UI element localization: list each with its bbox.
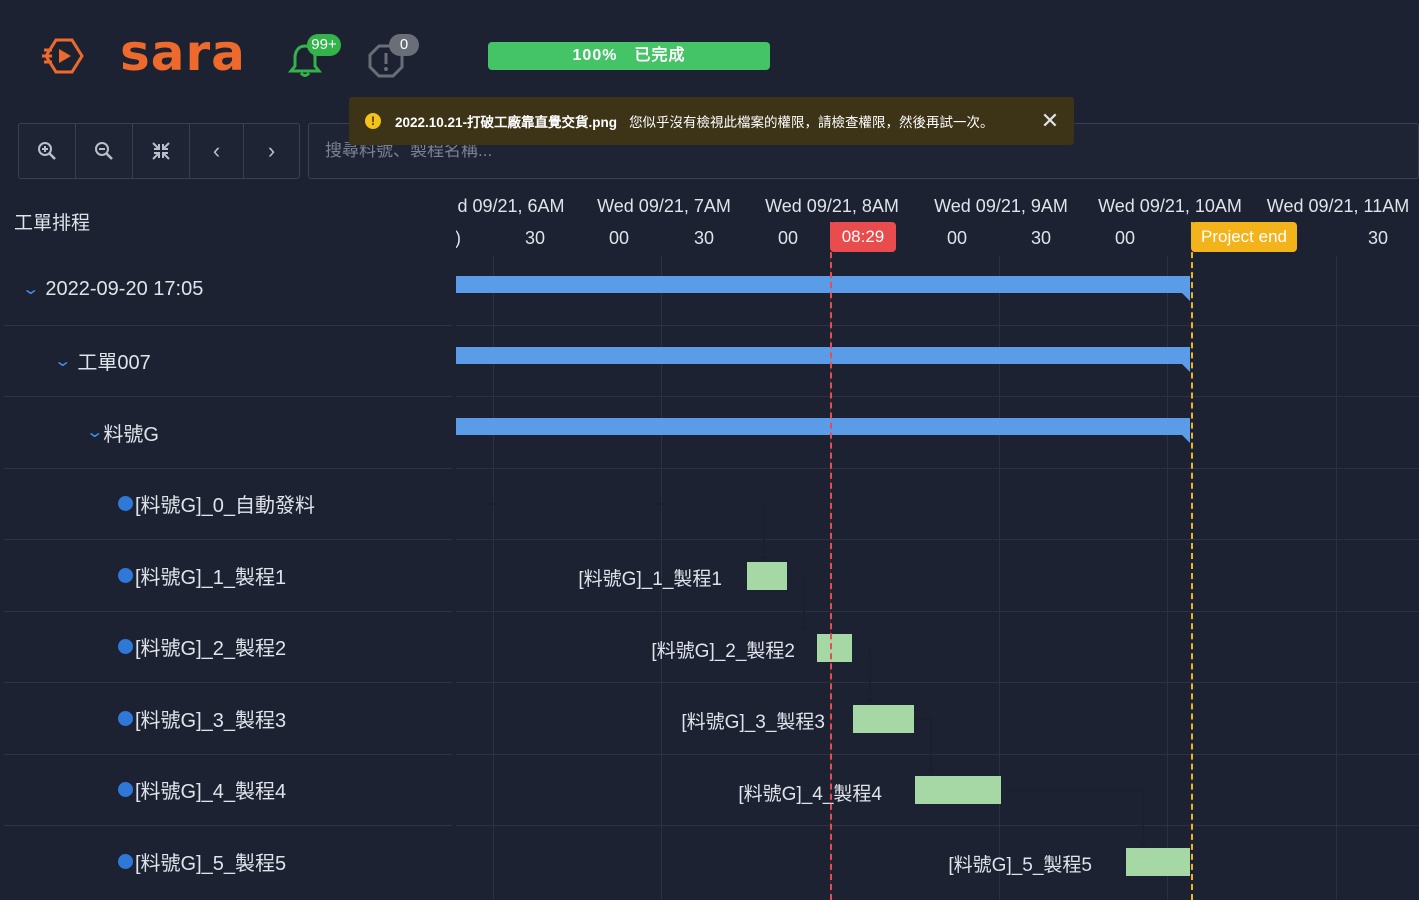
today-marker-badge: 08:29 (830, 222, 896, 252)
tree-row-task[interactable]: [料號G]_4_製程4 (4, 755, 452, 826)
task-dot-icon (118, 639, 133, 655)
today-marker-line (830, 222, 832, 900)
tree-row-work-order[interactable]: ⌄ 工單007 (4, 326, 452, 397)
close-icon[interactable]: ✕ (1026, 108, 1074, 134)
tree-row-label: [料號G]_2_製程2 (135, 638, 287, 661)
notification-count-badge: 99+ (307, 34, 341, 56)
task-bar[interactable] (817, 634, 852, 662)
tree-row-task[interactable]: [料號G]_3_製程3 (4, 683, 452, 755)
chevron-down-icon[interactable]: ⌄ (53, 351, 72, 371)
zoom-out-button[interactable] (76, 124, 133, 178)
task-tree: ⌄ 2022-09-20 17:05 ⌄ 工單007 ⌄ 料號G [料號G]_0… (4, 254, 452, 898)
task-bar[interactable] (853, 705, 914, 733)
task-bar-label: [料號G]_4_製程4 (738, 784, 882, 805)
task-bar-label: [料號G]_2_製程2 (651, 641, 795, 662)
tree-header: 工單排程 (14, 213, 91, 234)
tree-row-label: [料號G]_3_製程3 (135, 709, 287, 732)
warning-icon: ! (365, 113, 381, 129)
toast-message: 您似乎沒有檢視此檔案的權限，請檢查權限，然後再試一次。 (629, 115, 994, 130)
next-button[interactable]: › (244, 124, 299, 178)
toast-filename: 2022.10.21-打破工廠靠直覺交貨.png (395, 115, 618, 130)
tree-row-task[interactable]: [料號G]_2_製程2 (4, 612, 452, 683)
task-bar[interactable] (747, 562, 787, 590)
zoom-in-icon (38, 142, 56, 160)
task-dot-icon (118, 710, 133, 726)
tree-row-label: 2022-09-20 17:05 (45, 277, 204, 300)
fit-view-button[interactable] (133, 124, 190, 178)
task-dot-icon (118, 854, 133, 870)
project-end-badge: Project end (1191, 222, 1297, 252)
zoom-in-button[interactable] (19, 124, 76, 178)
tree-row-label: [料號G]_4_製程4 (135, 781, 287, 804)
task-bar-label: [料號G]_5_製程5 (948, 855, 1092, 876)
chevron-down-icon[interactable]: ⌄ (21, 279, 40, 299)
task-dot-icon (118, 567, 133, 583)
chevron-left-icon: ‹ (212, 138, 221, 163)
app-header: sara 99+ 0 100% 已完成 (0, 0, 1419, 110)
task-bar-label: [料號G]_3_製程3 (681, 712, 825, 733)
compress-icon (152, 142, 170, 160)
zoom-out-icon (95, 142, 113, 160)
gantt-timeline: d 09/21, 6AM Wed 09/21, 7AM Wed 09/21, 8… (456, 186, 1419, 900)
task-bar[interactable] (1126, 848, 1190, 876)
chevron-right-icon: › (267, 138, 276, 163)
tree-row-label: [料號G]_1_製程1 (135, 566, 287, 589)
tree-row-task[interactable]: [料號G]_1_製程1 (4, 540, 452, 612)
tree-row-label: [料號G]_5_製程5 (135, 853, 287, 876)
project-end-line (1191, 222, 1193, 900)
tree-row-label: [料號G]_0_自動發料 (135, 495, 316, 518)
gantt-toolbar: ‹ › (18, 123, 300, 179)
app-logo-text: sara (120, 24, 246, 82)
tree-row-label: 料號G (103, 423, 159, 446)
tree-row-task[interactable]: [料號G]_5_製程5 (4, 826, 452, 898)
prev-button[interactable]: ‹ (190, 124, 244, 178)
alert-count-badge: 0 (389, 34, 419, 56)
tree-row-part[interactable]: ⌄ 料號G (4, 397, 452, 469)
chevron-down-icon[interactable]: ⌄ (85, 422, 104, 442)
permission-warning-toast: ! 2022.10.21-打破工廠靠直覺交貨.png 您似乎沒有檢視此檔案的權限… (349, 97, 1074, 145)
task-dot-icon (118, 496, 133, 512)
task-bar-label: [料號G]_1_製程1 (578, 569, 722, 590)
tree-row-date-group[interactable]: ⌄ 2022-09-20 17:05 (4, 254, 452, 326)
task-bar[interactable] (915, 776, 1001, 804)
tree-row-label: 工單007 (77, 352, 151, 375)
progress-bar: 100% 已完成 (488, 42, 770, 70)
sara-logo-icon[interactable] (42, 36, 86, 76)
task-dot-icon (118, 782, 133, 798)
tree-row-task[interactable]: [料號G]_0_自動發料 (4, 469, 452, 540)
